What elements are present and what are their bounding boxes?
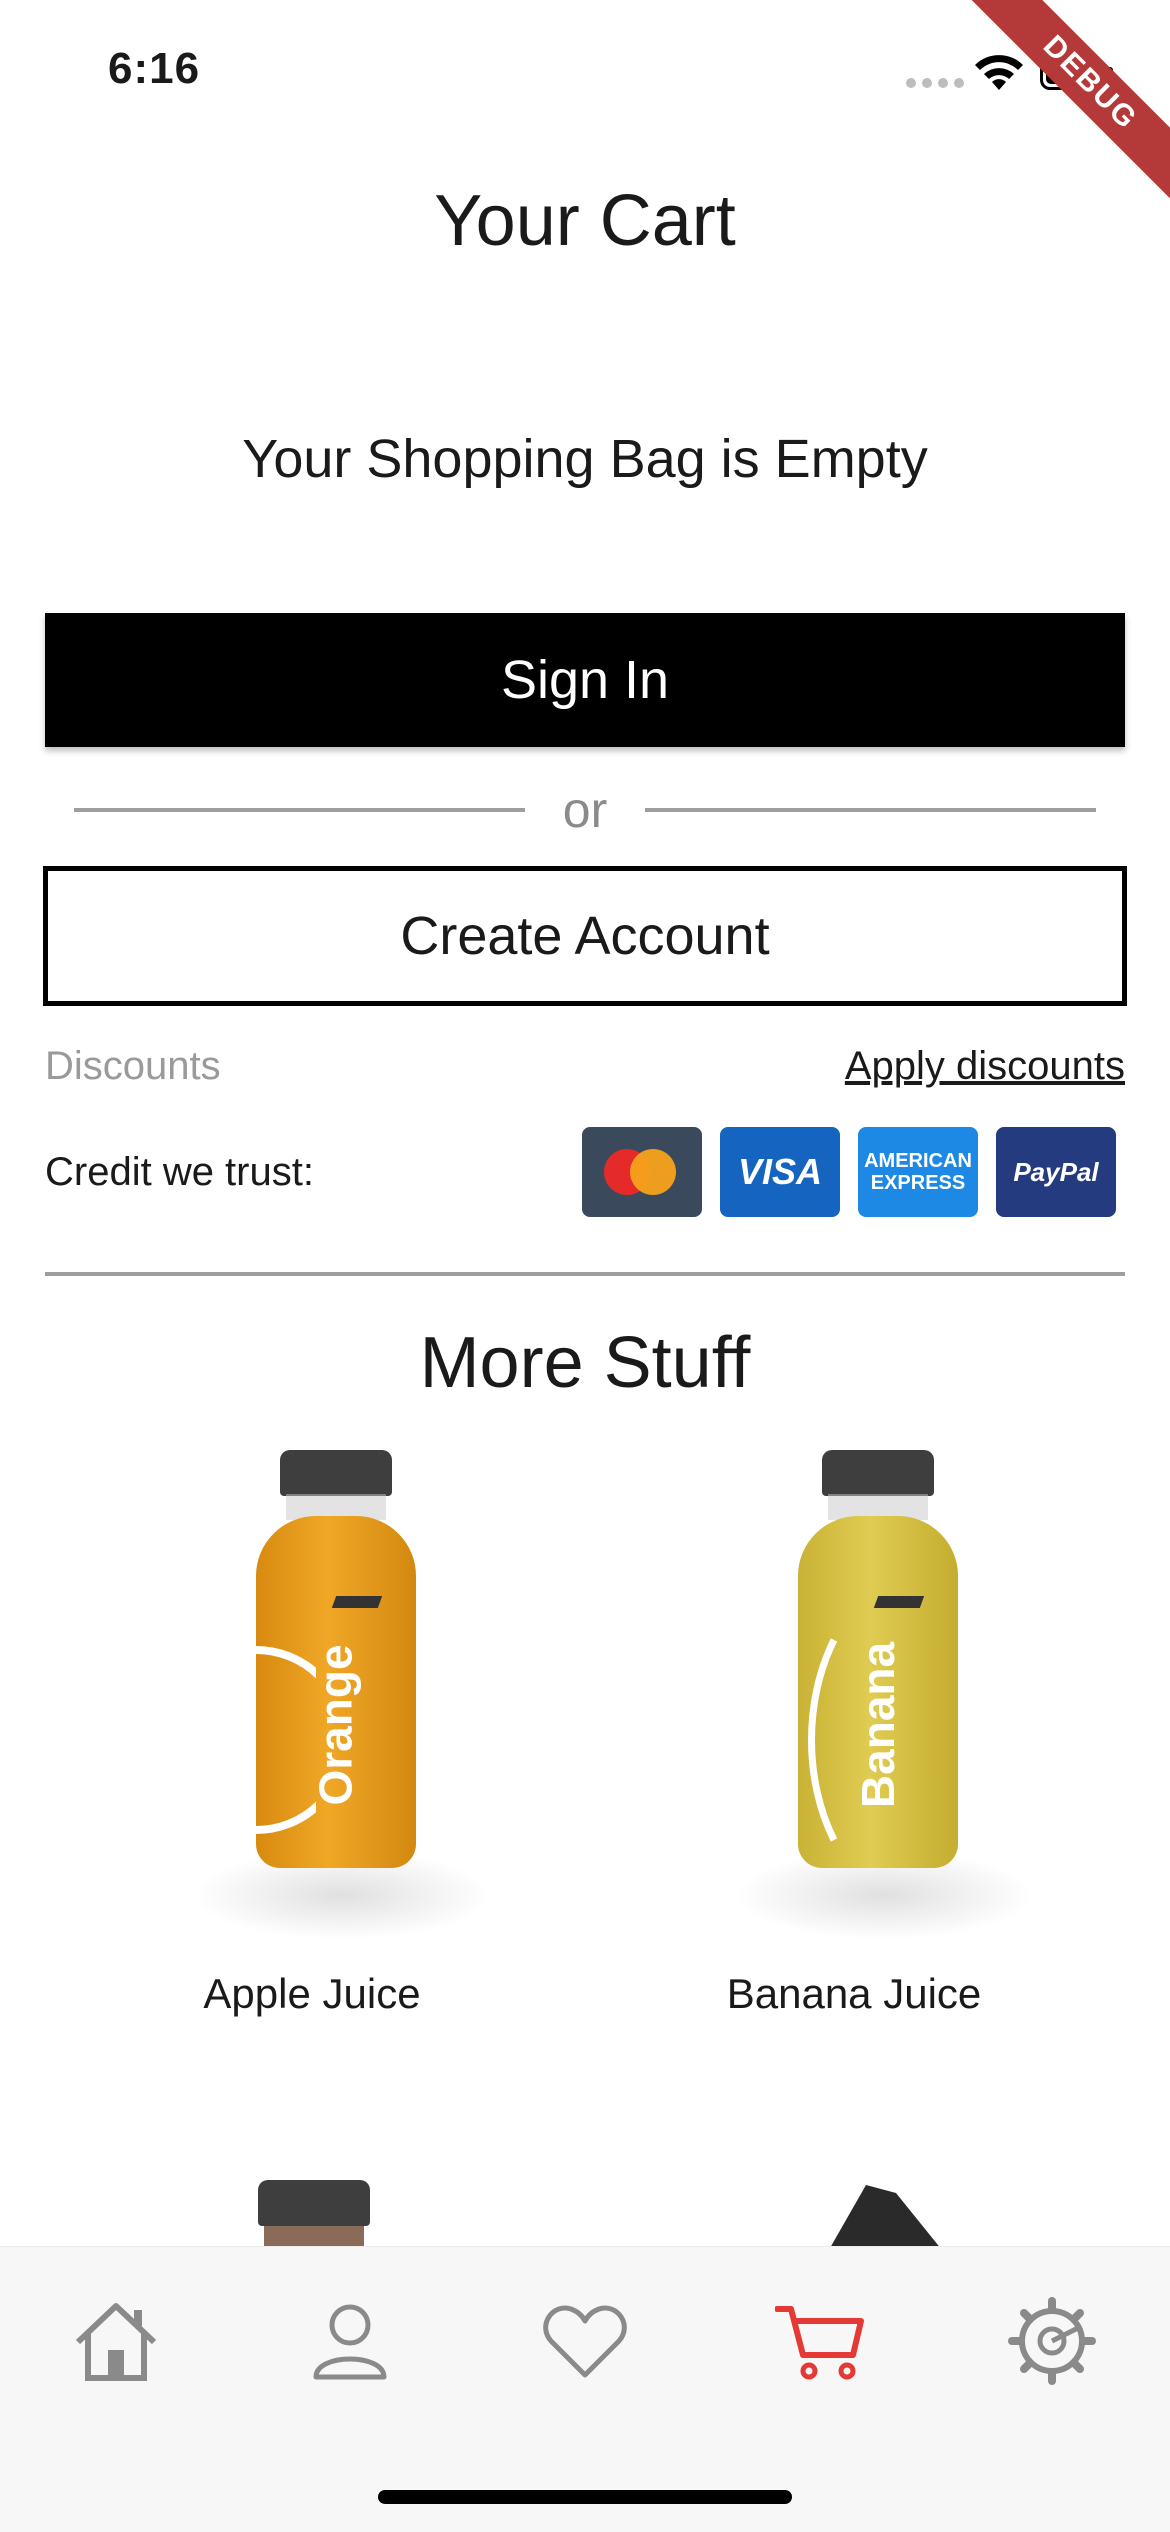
more-stuff-title: More Stuff	[419, 1323, 751, 1403]
cart-icon	[775, 2306, 864, 2380]
debug-ribbon-label: DEBUG	[970, 0, 1170, 200]
payment-cards: VISA AMERICAN EXPRESS PayPal	[582, 1127, 1116, 1217]
bottle-cap	[822, 1450, 934, 1496]
heart-icon	[543, 2305, 627, 2378]
section-divider	[45, 1272, 1125, 1276]
tab-profile[interactable]	[300, 2291, 400, 2391]
sign-in-button[interactable]: Sign In	[45, 613, 1125, 747]
amex-text-top: AMERICAN	[864, 1150, 972, 1172]
tab-favorites[interactable]	[535, 2291, 635, 2391]
tab-home[interactable]	[66, 2291, 166, 2391]
product-image: Banana	[614, 1450, 1094, 1950]
home-icon	[75, 2303, 157, 2381]
amex-text-bottom: EXPRESS	[870, 1172, 966, 1194]
bottle-label: Banana	[852, 1641, 905, 1809]
product-card-apple-juice[interactable]: Orange Apple Juice	[72, 1450, 552, 2018]
amex-icon: AMERICAN EXPRESS	[858, 1127, 978, 1217]
discounts-label: Discounts	[45, 1044, 221, 1088]
product-name: Apple Juice	[203, 1970, 421, 2017]
home-indicator[interactable]	[378, 2490, 792, 2504]
or-line-right	[645, 808, 1096, 812]
settings-icon	[1008, 2297, 1096, 2385]
paypal-icon: PayPal	[996, 1127, 1116, 1217]
product-card-banana-juice[interactable]: Banana Banana Juice	[614, 1450, 1094, 2018]
cellular-signal-icon	[906, 78, 964, 88]
status-time: 6:16	[108, 44, 201, 93]
tab-settings[interactable]	[1002, 2291, 1102, 2391]
partial-product-image	[258, 2180, 370, 2256]
product-name: Banana Juice	[726, 1970, 982, 2017]
or-divider: or	[74, 770, 1096, 850]
visa-icon: VISA	[720, 1127, 840, 1217]
or-label: or	[562, 782, 608, 838]
or-line-left	[74, 808, 525, 812]
page-title: Your Cart	[434, 181, 736, 261]
debug-banner: DEBUG	[970, 0, 1170, 200]
profile-icon	[313, 2304, 387, 2380]
bottle-label: Orange	[310, 1644, 363, 1806]
tab-cart[interactable]	[770, 2291, 870, 2391]
apply-discounts-link[interactable]: Apply discounts	[845, 1044, 1125, 1089]
credit-label: Credit we trust:	[45, 1150, 314, 1194]
empty-cart-message: Your Shopping Bag is Empty	[242, 429, 928, 489]
create-account-button[interactable]: Create Account	[43, 866, 1127, 1006]
bottle-cap	[280, 1450, 392, 1496]
product-image: Orange	[72, 1450, 552, 1950]
mastercard-icon	[582, 1127, 702, 1217]
